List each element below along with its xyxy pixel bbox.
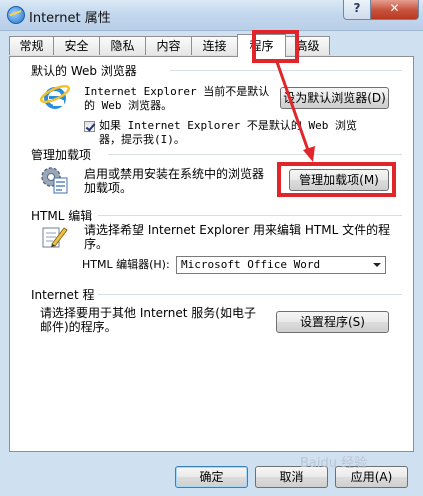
divider — [98, 294, 402, 295]
html-edit-icon — [42, 227, 68, 248]
html-editor-select[interactable]: Microsoft Office Word — [176, 256, 386, 274]
title-bar: Internet 属性 ? ✕ — [0, 0, 423, 31]
html-editor-label: HTML 编辑器(H): — [82, 258, 170, 271]
html-editing-description: 请选择希望 Internet Explorer 用来编辑 HTML 文件的程序。 — [84, 223, 391, 251]
default-browser-status: Internet Explorer 当前不是默认的 Web 浏览器。 — [84, 85, 270, 112]
tab-security[interactable]: 安全 — [53, 36, 100, 55]
programs-panel: 默认的 Web 浏览器 Internet Explorer 当前不是默认的 We… — [9, 56, 414, 452]
divider — [98, 215, 402, 216]
window-title: Internet 属性 — [29, 11, 111, 26]
annotation-box-programs-tab — [252, 30, 299, 63]
internet-programs-description: 请选择要用于其他 Internet 服务(如电子邮件)的程序。 — [40, 306, 256, 334]
ok-button[interactable]: 确定 — [175, 466, 248, 488]
prompt-default-label: 如果 Internet Explorer 不是默认的 Web 浏览器，提示我(I… — [99, 119, 357, 146]
tab-connections[interactable]: 连接 — [191, 36, 238, 55]
section-addons-title: 管理加载项 — [31, 148, 92, 162]
tab-general[interactable]: 常规 — [9, 36, 54, 55]
prompt-default-checkbox[interactable] — [84, 121, 95, 132]
gear-icon — [41, 167, 68, 194]
internet-explorer-icon — [40, 84, 70, 109]
set-default-browser-button[interactable]: 设为默认浏览器(D) — [280, 87, 389, 109]
chevron-down-icon — [373, 263, 381, 267]
help-button[interactable]: ? — [343, 0, 371, 20]
close-button[interactable]: ✕ — [370, 0, 419, 20]
tab-privacy[interactable]: 隐私 — [99, 36, 146, 55]
tab-content[interactable]: 内容 — [145, 36, 192, 55]
tab-strip: 常规 安全 隐私 内容 连接 程序 高级 — [9, 34, 414, 57]
section-default-browser-title: 默认的 Web 浏览器 — [31, 64, 137, 78]
addons-description: 启用或禁用安装在系统中的浏览器加载项。 — [84, 167, 265, 195]
divider — [170, 70, 402, 71]
ie-app-icon — [7, 6, 25, 24]
watermark: Baidu 经验 — [300, 456, 368, 471]
annotation-box-manage-addons — [277, 162, 396, 197]
set-programs-button[interactable]: 设置程序(S) — [276, 311, 389, 333]
section-internet-programs-title: Internet 程 — [31, 288, 95, 302]
html-editor-value: Microsoft Office Word — [181, 258, 321, 271]
divider — [108, 154, 402, 155]
